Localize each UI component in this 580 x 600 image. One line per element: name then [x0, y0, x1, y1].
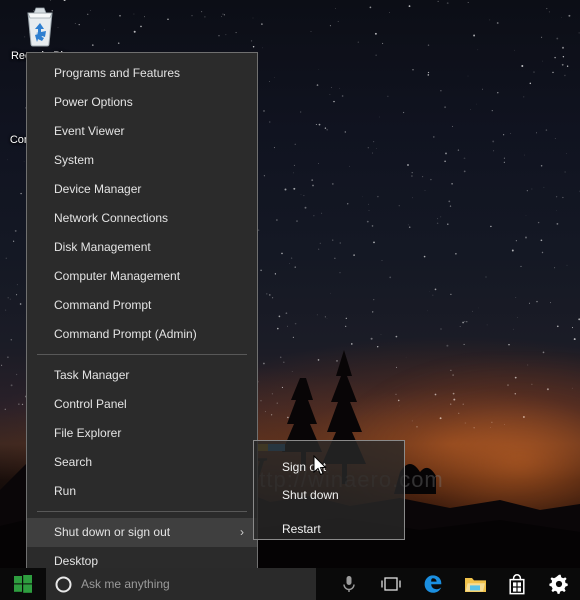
menu-item-power-options[interactable]: Power Options	[27, 88, 257, 117]
menu-item-label: Command Prompt (Admin)	[54, 327, 197, 341]
menu-item-label: Desktop	[54, 554, 99, 568]
menu-item-label: Control Panel	[54, 397, 127, 411]
recycle-bin-icon	[8, 4, 72, 50]
edge-icon[interactable]	[412, 568, 454, 600]
menu-item-label: System	[54, 153, 95, 167]
taskbar: Ask me anything	[0, 568, 580, 600]
submenu-item-restart[interactable]: Restart	[254, 515, 404, 543]
windows-logo-icon	[14, 575, 32, 593]
menu-item-run[interactable]: Run	[27, 477, 257, 506]
start-button[interactable]	[0, 568, 46, 600]
desktop-screen: Recycle Bin Computer W	[0, 0, 580, 600]
menu-item-label: Power Options	[54, 95, 133, 109]
submenu-item-sign-out[interactable]: Sign out	[254, 453, 404, 481]
chevron-right-icon: ›	[240, 525, 244, 539]
menu-item-system[interactable]: System	[27, 146, 257, 175]
store-icon[interactable]	[496, 568, 538, 600]
menu-item-network-connections[interactable]: Network Connections	[27, 204, 257, 233]
cortana-search-box[interactable]: Ask me anything	[46, 568, 316, 600]
menu-item-task-manager[interactable]: Task Manager	[27, 361, 257, 390]
submenu-item-label: Shut down	[282, 488, 339, 502]
menu-item-disk-management[interactable]: Disk Management	[27, 233, 257, 262]
menu-item-label: Search	[54, 455, 93, 469]
menu-item-event-viewer[interactable]: Event Viewer	[27, 117, 257, 146]
task-view-icon[interactable]	[370, 568, 412, 600]
submenu-item-shut-down[interactable]: Shut down	[254, 481, 404, 509]
microphone-icon[interactable]	[328, 568, 370, 600]
menu-item-label: Run	[54, 484, 77, 498]
mouse-cursor	[313, 454, 327, 481]
menu-item-label: Disk Management	[54, 240, 151, 254]
menu-item-label: Network Connections	[54, 211, 169, 225]
menu-separator	[37, 511, 247, 512]
menu-item-programs-and-features[interactable]: Programs and Features	[27, 59, 257, 88]
cortana-icon	[55, 576, 72, 592]
menu-item-command-prompt[interactable]: Command Prompt	[27, 291, 257, 320]
settings-icon[interactable]	[538, 568, 580, 600]
menu-item-command-prompt-admin[interactable]: Command Prompt (Admin)	[27, 320, 257, 349]
menu-item-label: Shut down or sign out	[54, 525, 171, 539]
winx-power-user-menu[interactable]: Programs and Features Power Options Event …	[26, 52, 258, 582]
menu-item-label: Programs and Features	[54, 66, 181, 80]
menu-item-search[interactable]: Search	[27, 448, 257, 477]
menu-separator	[37, 354, 247, 355]
file-explorer-icon[interactable]	[454, 568, 496, 600]
menu-item-control-panel[interactable]: Control Panel	[27, 390, 257, 419]
menu-item-label: Event Viewer	[54, 124, 125, 138]
menu-item-computer-management[interactable]: Computer Management	[27, 262, 257, 291]
menu-item-label: Device Manager	[54, 182, 142, 196]
shutdown-submenu[interactable]: Sign out Shut down Restart	[253, 440, 405, 540]
menu-item-label: Command Prompt	[54, 298, 152, 312]
search-placeholder: Ask me anything	[81, 577, 170, 591]
menu-item-label: Computer Management	[54, 269, 181, 283]
menu-item-label: File Explorer	[54, 426, 122, 440]
menu-item-label: Task Manager	[54, 368, 130, 382]
menu-item-device-manager[interactable]: Device Manager	[27, 175, 257, 204]
menu-item-shut-down-or-sign-out[interactable]: Shut down or sign out ›	[27, 518, 257, 547]
menu-item-file-explorer[interactable]: File Explorer	[27, 419, 257, 448]
submenu-item-label: Restart	[282, 522, 321, 536]
